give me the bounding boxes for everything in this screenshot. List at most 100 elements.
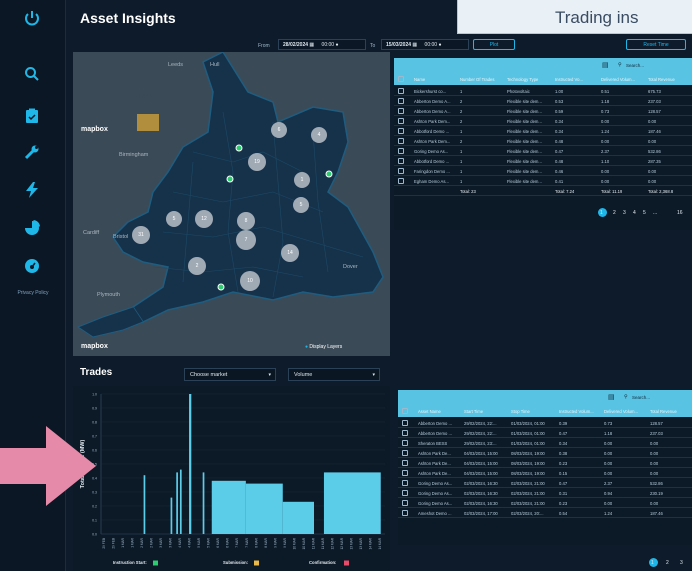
table-cell: 0.00 [648, 179, 657, 184]
row-checkbox[interactable] [398, 118, 404, 124]
table-row[interactable]: Egham Demo As... 1 Flexible site dem... 0.4… [394, 176, 692, 186]
to-date-field[interactable]: 15/03/2024 ▦ 00:00 ● [381, 39, 469, 50]
table-row[interactable]: Abberton Demo A... 2 Flexible site dem... 0… [394, 106, 692, 116]
table-cell: 0.00 [604, 441, 613, 446]
assets-table: ▤ ⚲ Search... Name Number Of Trades Techno… [394, 58, 692, 230]
table-row[interactable]: Goring Demo As... 02/03/2024, 16:30 02/03/… [398, 478, 692, 488]
table-row[interactable]: Ashton Park Dem... 2 Flexible site dem... 0… [394, 116, 692, 126]
column-header[interactable]: Asset Name [418, 409, 441, 414]
table-row[interactable]: Abbotford Demo ... 1 Flexible site dem... 0… [394, 156, 692, 166]
table-row[interactable]: Faringdon Demo ... 1 Flexible site dem... 0… [394, 166, 692, 176]
column-header[interactable]: Total Revenue [648, 77, 675, 82]
column-header[interactable]: Delivered Volum... [601, 77, 635, 82]
metric-select[interactable]: Volume ▾ [288, 368, 380, 381]
chart-bar [282, 501, 314, 534]
page-title: Asset Insights [80, 10, 176, 26]
table-row[interactable]: Goring Demo As... 1 Flexible site dem... 0.… [394, 146, 692, 156]
column-header[interactable]: Name [414, 77, 425, 82]
to-date-value: 15/03/2024 [386, 42, 412, 48]
search-icon[interactable] [20, 62, 44, 86]
table-row[interactable]: Abberton Demo ... 29/02/2024, 22:... 01/03… [398, 418, 692, 428]
row-checkbox[interactable] [402, 510, 408, 516]
table-row[interactable]: Ashton Park De... 04/03/2024, 15:00 08/03/… [398, 468, 692, 478]
map[interactable]: mapbox Leeds Hull Birmingham Cardiff Bri… [73, 52, 390, 356]
chart-bar [202, 472, 205, 534]
table-row[interactable]: Bickershurst co... 1 Photovoltaic 1.00 0.51 6… [394, 86, 692, 96]
page-link[interactable]: 2 [613, 210, 616, 216]
row-checkbox[interactable] [402, 420, 408, 426]
pie-chart-icon[interactable] [20, 216, 44, 240]
row-checkbox[interactable] [398, 98, 404, 104]
row-checkbox[interactable] [398, 168, 404, 174]
page-link[interactable]: 3 [680, 560, 683, 566]
column-header[interactable]: Total Revenue [650, 409, 677, 414]
column-header[interactable]: Start Time [464, 409, 483, 414]
row-checkbox[interactable] [402, 470, 408, 476]
select-all-checkbox[interactable] [398, 76, 404, 82]
table-row[interactable]: Ameshot Demo ... 02/03/2024, 17:00 02/03/2… [398, 508, 692, 518]
row-checkbox[interactable] [398, 138, 404, 144]
x-tick-label: 6 MAR [216, 537, 220, 547]
row-checkbox[interactable] [402, 460, 408, 466]
display-layers-toggle[interactable]: ● Display Layers [305, 344, 342, 350]
privacy-policy-link[interactable]: Privacy Policy [6, 290, 60, 296]
row-checkbox[interactable] [398, 128, 404, 134]
row-checkbox[interactable] [402, 430, 408, 436]
table-row[interactable]: Goring Demo As... 02/03/2024, 16:30 02/03/… [398, 498, 692, 508]
page-link[interactable]: 5 [643, 210, 646, 216]
column-header[interactable]: Delivered Volum... [604, 409, 638, 414]
power-icon[interactable] [20, 6, 44, 30]
table-row[interactable]: Ashton Park De... 04/03/2024, 15:00 08/03/… [398, 458, 692, 468]
page-link[interactable]: 3 [623, 210, 626, 216]
plot-button[interactable]: Plot [473, 39, 515, 50]
table-cell: Flexible site dem... [507, 179, 542, 184]
legend-swatch [254, 560, 259, 566]
wrench-icon[interactable] [20, 140, 44, 164]
select-all-checkbox[interactable] [402, 408, 408, 414]
search-icon[interactable]: ⚲ [618, 62, 622, 68]
page-link[interactable]: 16 [677, 210, 683, 216]
table-row[interactable]: Ashton Park De... 04/03/2024, 15:00 08/03/… [398, 448, 692, 458]
column-header[interactable]: Technology Type [507, 77, 538, 82]
table-row[interactable]: Abberton Demo ... 29/02/2024, 22:... 01/03… [398, 428, 692, 438]
page-link[interactable]: 1 [600, 210, 603, 216]
page-link[interactable]: 2 [666, 560, 669, 566]
from-date-field[interactable]: 28/02/2024 ▦ 00:00 ● [278, 39, 366, 50]
column-header[interactable]: Instructed Volum... [559, 409, 594, 414]
table-row[interactable]: Abberton Demo A... 2 Flexible site dem... 0… [394, 96, 692, 106]
table-search-input[interactable]: Search... [626, 63, 644, 68]
export-icon[interactable]: ▤ [602, 61, 609, 69]
page-link[interactable]: 1 [651, 560, 654, 566]
table-search-input[interactable]: Search... [632, 395, 650, 400]
lightning-icon[interactable] [20, 178, 44, 202]
column-header[interactable]: Stop Time [511, 409, 530, 414]
table-row[interactable]: Sheraton BESS 29/02/2024, 23:... 01/03/202… [398, 438, 692, 448]
market-select[interactable]: Choose market ▾ [184, 368, 276, 381]
column-header[interactable]: Number Of Trades [460, 77, 494, 82]
row-checkbox[interactable] [402, 450, 408, 456]
table-row[interactable]: Goring Demo As... 02/03/2024, 16:30 02/03/… [398, 488, 692, 498]
row-checkbox[interactable] [402, 440, 408, 446]
row-checkbox[interactable] [402, 490, 408, 496]
export-icon[interactable]: ▤ [608, 393, 615, 401]
row-checkbox[interactable] [398, 148, 404, 154]
column-header[interactable]: Instructed Vo... [555, 77, 583, 82]
table-cell: 0.15 [559, 471, 568, 476]
table-cell: 0.73 [604, 421, 613, 426]
row-checkbox[interactable] [398, 158, 404, 164]
table-cell: 0.00 [601, 139, 610, 144]
page-link[interactable]: ... [653, 210, 657, 216]
reset-time-button[interactable]: Reset Time [626, 39, 686, 50]
row-checkbox[interactable] [402, 480, 408, 486]
table-row[interactable]: Abbotford Demo ... 1 Flexible site dem... 0… [394, 126, 692, 136]
row-checkbox[interactable] [402, 500, 408, 506]
clipboard-icon[interactable] [20, 104, 44, 128]
page-link[interactable]: 4 [633, 210, 636, 216]
trades-chart[interactable]: 1.00.90.80.70.60.50.40.30.20.10.0Total V… [73, 386, 390, 571]
gauge-icon[interactable] [20, 254, 44, 278]
row-checkbox[interactable] [398, 88, 404, 94]
row-checkbox[interactable] [398, 178, 404, 184]
table-row[interactable]: Ashton Park Dem... 2 Flexible site dem... 0… [394, 136, 692, 146]
row-checkbox[interactable] [398, 108, 404, 114]
search-icon[interactable]: ⚲ [624, 394, 628, 400]
